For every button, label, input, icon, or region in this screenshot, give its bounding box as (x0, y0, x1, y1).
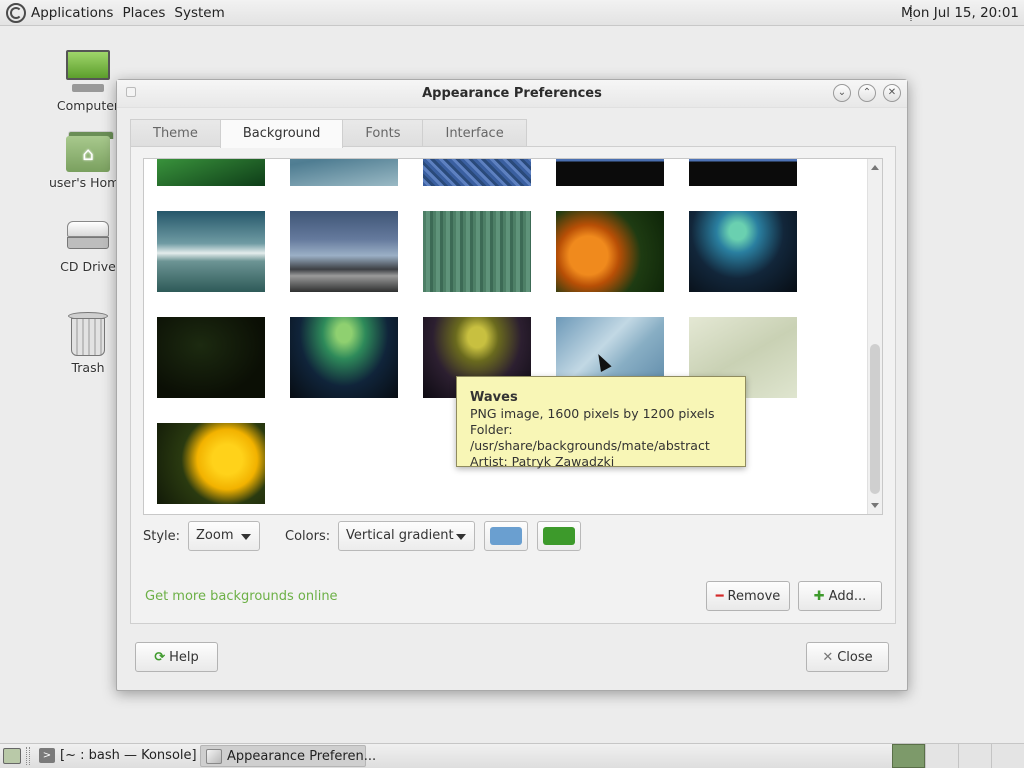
background-thumbnail[interactable] (689, 211, 797, 292)
home-folder-icon: ⌂ (66, 131, 114, 173)
tooltip-title: Waves (470, 390, 518, 405)
remove-label: Remove (727, 588, 781, 604)
terminal-icon: > (39, 748, 55, 763)
remove-icon: ━ (715, 588, 724, 604)
tab-theme[interactable]: Theme (130, 119, 221, 147)
background-thumbnail[interactable] (157, 159, 265, 186)
background-thumbnail[interactable] (290, 211, 398, 292)
primary-color-swatch (490, 527, 522, 545)
background-thumbnail[interactable] (423, 211, 531, 292)
chevron-down-icon (456, 534, 466, 540)
workspace-1[interactable] (892, 744, 925, 768)
scrollbar-thumb[interactable] (870, 344, 880, 494)
maximize-button[interactable]: ⌃ (858, 84, 876, 102)
colors-label: Colors: (285, 529, 331, 544)
background-thumbnail[interactable] (157, 317, 265, 398)
top-panel: Applications Places System Mon Jul 15, 2… (0, 0, 1024, 26)
workspace-2[interactable] (925, 744, 958, 768)
tooltip-format: PNG image, 1600 pixels by 1200 pixels (470, 406, 715, 421)
add-button[interactable]: ✚ Add... (798, 581, 882, 611)
background-thumbnail[interactable] (423, 159, 531, 186)
window-title: Appearance Preferences (422, 86, 602, 101)
minimize-button[interactable]: ⌄ (833, 84, 851, 102)
tab-background[interactable]: Background (219, 119, 344, 148)
titlebar[interactable]: Appearance Preferences ⌄ ⌃ ✕ (117, 80, 907, 108)
scroll-down-icon[interactable] (871, 503, 879, 508)
background-tooltip: Waves PNG image, 1600 pixels by 1200 pix… (456, 376, 746, 469)
style-value: Zoom (196, 528, 234, 543)
add-label: Add... (828, 588, 867, 604)
help-icon: ⟳ (154, 649, 166, 665)
mate-logo-icon[interactable] (6, 2, 26, 23)
help-button[interactable]: ⟳ Help (135, 642, 218, 672)
vertical-scrollbar[interactable] (867, 159, 882, 514)
menu-places[interactable]: Places (122, 5, 165, 21)
panel-handle (26, 747, 30, 765)
workspace-4[interactable] (991, 744, 1024, 768)
get-more-backgrounds-link[interactable]: Get more backgrounds online (145, 589, 338, 604)
tab-interface[interactable]: Interface (422, 119, 527, 147)
tab-bar: Theme Background Fonts Interface (130, 119, 527, 148)
colors-value: Vertical gradient (346, 528, 454, 543)
style-combobox[interactable]: Zoom (188, 521, 260, 551)
background-thumbnail[interactable] (290, 317, 398, 398)
taskbar-label: [~ : bash — Konsole] (60, 748, 197, 763)
cd-drive-icon (64, 217, 112, 257)
background-thumbnail[interactable] (157, 423, 265, 504)
show-desktop-icon[interactable] (3, 748, 21, 764)
secondary-color-button[interactable] (537, 521, 581, 551)
tooltip-folder: Folder: /usr/share/backgrounds/mate/abst… (470, 422, 710, 453)
computer-icon (64, 48, 112, 96)
background-thumbnail[interactable] (689, 159, 797, 186)
help-label: Help (169, 649, 199, 665)
scroll-up-icon[interactable] (871, 165, 879, 170)
colors-combobox[interactable]: Vertical gradient (338, 521, 475, 551)
add-icon: ✚ (813, 588, 825, 604)
tab-fonts[interactable]: Fonts (342, 119, 424, 147)
menu-applications[interactable]: Applications (31, 5, 113, 21)
clock[interactable]: Mon Jul 15, 20:01 (901, 5, 1019, 21)
background-thumbnail[interactable] (290, 159, 398, 186)
close-button[interactable]: ✕ Close (806, 642, 889, 672)
close-window-button[interactable]: ✕ (883, 84, 901, 102)
taskbar-item-appearance[interactable]: Appearance Preferen... (200, 745, 376, 767)
secondary-color-swatch (543, 527, 575, 545)
primary-color-button[interactable] (484, 521, 528, 551)
trash-icon (68, 312, 108, 358)
remove-button[interactable]: ━ Remove (706, 581, 790, 611)
preferences-icon (206, 749, 222, 764)
bottom-panel: > [~ : bash — Konsole] Appearance Prefer… (0, 743, 1024, 768)
style-label: Style: (143, 529, 181, 544)
close-label: Close (837, 649, 873, 665)
close-icon: ✕ (822, 649, 834, 665)
tooltip-artist: Artist: Patryk Zawadzki (470, 454, 615, 469)
chevron-down-icon (241, 534, 251, 540)
menu-system[interactable]: System (174, 5, 224, 21)
background-thumbnail[interactable] (556, 211, 664, 292)
taskbar-item-konsole[interactable]: > [~ : bash — Konsole] (34, 745, 197, 767)
taskbar-label: Appearance Preferen... (227, 749, 377, 764)
workspace-3[interactable] (958, 744, 991, 768)
background-thumbnail[interactable] (157, 211, 265, 292)
background-thumbnail[interactable] (556, 159, 664, 186)
